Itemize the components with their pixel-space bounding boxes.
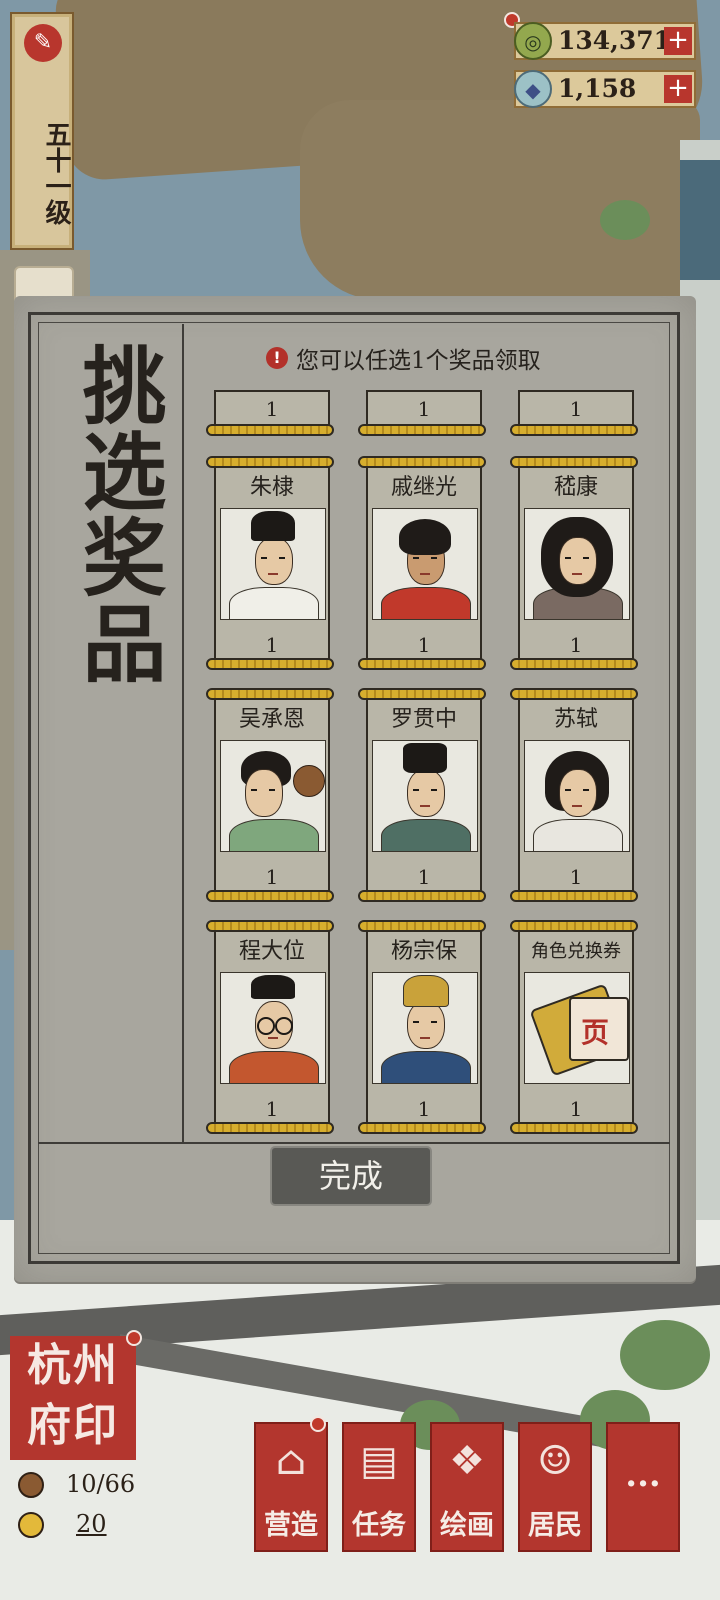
done-button[interactable]: 完成 bbox=[272, 1148, 430, 1204]
reward-qty: 1 bbox=[265, 397, 279, 421]
character-portrait bbox=[524, 508, 630, 620]
notice: ! 您可以任选1个奖品领取 bbox=[266, 342, 541, 374]
add-coins-button[interactable]: + bbox=[664, 27, 692, 55]
reward-qty: 1 bbox=[265, 865, 279, 889]
reward-qty: 1 bbox=[265, 633, 279, 657]
nav-more-button[interactable]: ··· bbox=[606, 1422, 680, 1552]
reward-qty: 1 bbox=[569, 397, 583, 421]
citizens-value: 20 bbox=[76, 1510, 107, 1538]
character-portrait bbox=[220, 740, 326, 852]
reward-qty: 1 bbox=[417, 633, 431, 657]
character-portrait bbox=[220, 508, 326, 620]
reward-name: 角色兑换券 bbox=[531, 941, 621, 962]
scroll-painting-icon: ❖ bbox=[449, 1438, 485, 1484]
population-value: 10/66 bbox=[66, 1470, 136, 1498]
add-gems-button[interactable]: + bbox=[664, 75, 692, 103]
city-stats: 10/66 20 bbox=[14, 1466, 144, 1546]
level-badge[interactable]: ✎ 五十一级 bbox=[10, 12, 74, 250]
panel-title: 挑选奖品 bbox=[69, 342, 168, 686]
alert-icon: ! bbox=[266, 347, 288, 369]
resident-icon: ☺ bbox=[537, 1438, 573, 1484]
nav-residents-button[interactable]: ☺ 居民 bbox=[518, 1422, 592, 1552]
notification-dot bbox=[310, 1416, 326, 1432]
citizen-face-icon bbox=[18, 1512, 44, 1538]
reward-name: 苏轼 bbox=[553, 707, 598, 732]
reward-qty: 1 bbox=[569, 1097, 583, 1121]
brush-emblem-icon: ✎ bbox=[24, 24, 62, 62]
reward-name: 罗贯中 bbox=[390, 707, 457, 732]
reward-name: 戚继光 bbox=[390, 475, 457, 500]
level-text: 五十一级 bbox=[41, 121, 71, 225]
notification-dot bbox=[126, 1330, 142, 1346]
reward-name: 嵇康 bbox=[553, 475, 598, 500]
reward-name: 程大位 bbox=[238, 939, 305, 964]
more-icon: ··· bbox=[625, 1464, 661, 1504]
reward-qty: 1 bbox=[417, 865, 431, 889]
nav-build-button[interactable]: ⌂ 营造 bbox=[254, 1416, 328, 1552]
gem-icon: ◆ bbox=[514, 70, 552, 108]
notice-text: 您可以任选1个奖品领取 bbox=[296, 348, 541, 374]
nav-task-button[interactable]: ▤ 任务 bbox=[342, 1422, 416, 1552]
reward-qty: 1 bbox=[417, 1097, 431, 1121]
nav-painting-button[interactable]: ❖ 绘画 bbox=[430, 1422, 504, 1552]
character-portrait bbox=[220, 972, 326, 1084]
gem-counter[interactable]: ◆ 1,158 + bbox=[514, 70, 696, 108]
character-portrait bbox=[372, 740, 478, 852]
coin-value: 134,371 bbox=[558, 26, 672, 55]
reward-qty: 1 bbox=[265, 1097, 279, 1121]
task-book-icon: ▤ bbox=[360, 1438, 398, 1484]
reward-qty: 1 bbox=[569, 865, 583, 889]
voucher-icon: 页 bbox=[524, 972, 630, 1084]
reward-qty: 1 bbox=[417, 397, 431, 421]
population-icon bbox=[18, 1472, 44, 1498]
character-portrait bbox=[524, 740, 630, 852]
character-portrait bbox=[372, 508, 478, 620]
gem-value: 1,158 bbox=[558, 74, 637, 103]
reward-name: 朱棣 bbox=[249, 475, 294, 500]
character-portrait bbox=[372, 972, 478, 1084]
reward-panel: 挑选奖品 ! 您可以任选1个奖品领取 1 1 1 朱棣 1 戚继光 1 嵇康 1… bbox=[14, 296, 696, 1282]
city-seal[interactable]: 杭州 府印 bbox=[10, 1330, 142, 1460]
reward-qty: 1 bbox=[569, 633, 583, 657]
reward-name: 吴承恩 bbox=[238, 707, 305, 732]
reward-name: 杨宗保 bbox=[390, 939, 457, 964]
coin-icon: ◎ bbox=[514, 22, 552, 60]
coin-counter[interactable]: ◎ 134,371 + bbox=[514, 22, 696, 60]
build-icon: ⌂ bbox=[275, 1438, 307, 1484]
